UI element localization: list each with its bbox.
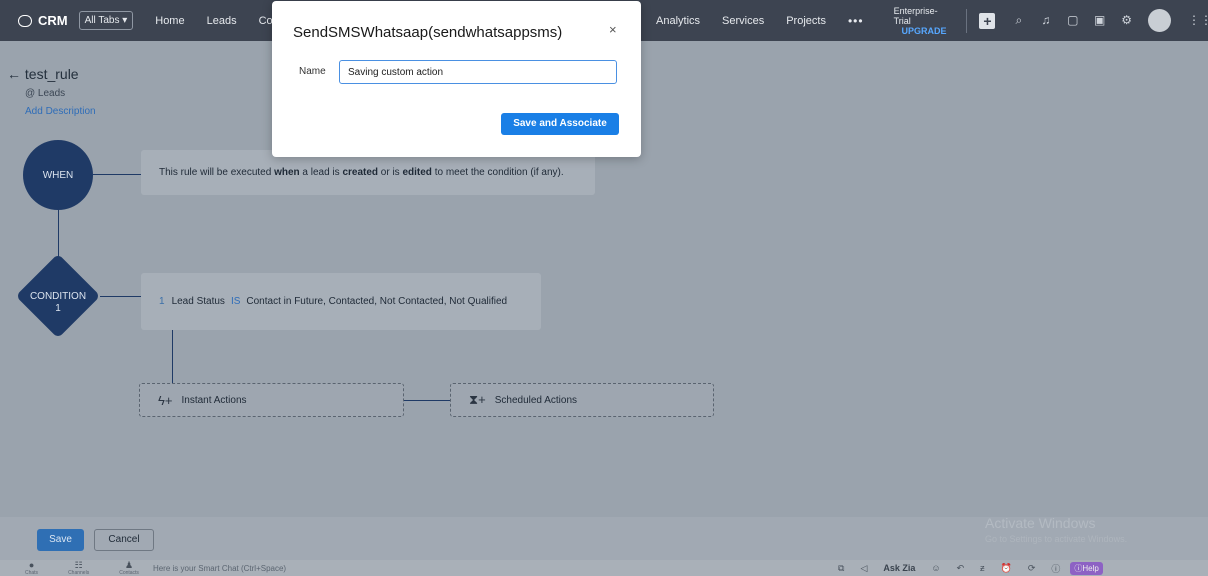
divider: [966, 8, 968, 33]
marketplace-icon[interactable]: ▣: [1093, 14, 1106, 27]
help-label: Help: [1082, 563, 1099, 573]
save-and-associate-button[interactable]: Save and Associate: [501, 113, 619, 135]
when-text-part: a lead is: [299, 167, 343, 178]
feedback-icon[interactable]: ☺: [931, 563, 940, 573]
connector-condition-card: [100, 296, 141, 297]
condition-values: Contact in Future, Contacted, Not Contac…: [246, 296, 508, 307]
nav-contacts[interactable]: Co: [259, 15, 273, 27]
back-arrow-icon[interactable]: ←: [7, 66, 21, 82]
cancel-button[interactable]: Cancel: [94, 529, 154, 551]
condition-number: 1: [55, 303, 61, 314]
trial-upgrade[interactable]: Enterprise-Trial UPGRADE: [894, 6, 955, 36]
when-text-part: to meet the condition (if any).: [431, 167, 564, 178]
search-icon[interactable]: ⌕: [1012, 14, 1025, 27]
when-text-part: or is: [378, 167, 403, 178]
refresh-icon[interactable]: ⟳: [1028, 563, 1036, 574]
when-label: WHEN: [42, 169, 74, 181]
trial-label: Enterprise-Trial: [893, 5, 938, 26]
nav-analytics[interactable]: Analytics: [656, 15, 700, 27]
name-field[interactable]: [339, 60, 617, 84]
contacts-shortcut[interactable]: ♟ Contacts: [119, 560, 139, 576]
instant-actions-box[interactable]: ϟ+ Instant Actions: [139, 383, 404, 417]
connector-when-card: [93, 174, 141, 175]
contacts-icon: ♟: [125, 560, 134, 570]
help-button[interactable]: ⓘHelp: [1070, 561, 1103, 575]
connector-actions: [404, 400, 450, 401]
windows-watermark-subtitle: Go to Settings to activate Windows.: [985, 534, 1128, 544]
status-bar-tools: ⧉ ◁ Ask Zia ☺ ↶ ƶ ⏰ ⟳ ⓘ ⓘHelp: [838, 560, 1108, 576]
modal-title: SendSMSWhatsaap(sendwhatsappsms): [293, 24, 563, 41]
when-node: WHEN: [23, 140, 93, 210]
more-tabs-icon[interactable]: •••: [848, 14, 864, 28]
alarm-clock-icon[interactable]: ⏰: [1001, 563, 1012, 574]
windows-watermark-title: Activate Windows: [985, 515, 1096, 531]
condition-node-label: CONDITION 1: [20, 291, 96, 315]
condition-operator: IS: [230, 296, 241, 307]
nav-home[interactable]: Home: [155, 15, 184, 27]
channels-icon: ☷: [74, 560, 83, 570]
channels-label: Channels: [68, 570, 90, 576]
chats-label: Chats: [25, 570, 39, 576]
instant-actions-label: Instant Actions: [181, 394, 247, 406]
when-text: This rule will be executed when a lead i…: [159, 167, 564, 178]
condition-label: CONDITION: [29, 291, 87, 302]
crm-logo-icon: [18, 14, 32, 27]
when-text-bold: created: [342, 167, 379, 178]
hourglass-plus-icon: ⧗+: [469, 392, 486, 407]
screen-share-icon[interactable]: ⧉: [838, 563, 844, 574]
close-icon[interactable]: ×: [609, 22, 617, 37]
lightning-plus-icon: ϟ+: [158, 392, 173, 408]
scheduled-actions-box[interactable]: ⧗+ Scheduled Actions: [450, 383, 714, 417]
name-label: Name: [299, 66, 326, 77]
notification-bell-icon[interactable]: ♫: [1039, 14, 1052, 27]
channels-shortcut[interactable]: ☷ Channels: [68, 560, 89, 576]
calendar-icon[interactable]: ▢: [1066, 14, 1079, 27]
create-plus-icon[interactable]: +: [979, 12, 996, 29]
add-description-link[interactable]: Add Description: [25, 106, 96, 117]
when-text-bold: edited: [402, 167, 432, 178]
nav-projects[interactable]: Projects: [786, 15, 826, 27]
ask-zia-button[interactable]: Ask Zia: [883, 563, 915, 573]
condition-row-number: 1: [159, 296, 165, 307]
crm-brand[interactable]: CRM: [18, 13, 68, 28]
all-tabs-dropdown[interactable]: All Tabs ▾: [78, 11, 134, 30]
undo-icon[interactable]: ↶: [957, 563, 965, 574]
when-text-part: This rule will be executed: [159, 167, 275, 178]
connector-condition-actions: [172, 330, 173, 383]
upgrade-link[interactable]: UPGRADE: [902, 26, 947, 36]
when-text-bold: when: [274, 167, 300, 178]
condition-card[interactable]: 1 Lead Status IS Contact in Future, Cont…: [141, 273, 541, 330]
rule-module: @ Leads: [25, 88, 66, 99]
chats-icon: ●: [28, 560, 35, 570]
custom-action-modal: SendSMSWhatsaap(sendwhatsappsms) × Name …: [272, 1, 641, 157]
nav-leads[interactable]: Leads: [207, 15, 237, 27]
zia-icon[interactable]: ƶ: [980, 563, 985, 573]
scheduled-actions-label: Scheduled Actions: [494, 394, 577, 406]
announcement-icon[interactable]: ◁: [860, 563, 867, 574]
status-bar: ● Chats ☷ Channels ♟ Contacts Here is yo…: [0, 560, 1208, 576]
chats-shortcut[interactable]: ● Chats: [25, 560, 38, 576]
smart-chat-input[interactable]: Here is your Smart Chat (Ctrl+Space): [153, 564, 286, 573]
rule-name: test_rule: [24, 66, 79, 82]
settings-gear-icon[interactable]: ⚙: [1120, 14, 1133, 27]
rule-title: ← test_rule: [7, 66, 79, 82]
save-button[interactable]: Save: [37, 529, 84, 551]
contacts-label: Contacts: [119, 570, 139, 576]
condition-field: Lead Status: [171, 296, 225, 307]
brand-label: CRM: [38, 13, 68, 28]
apps-grid-icon[interactable]: ⋮⋮: [1188, 14, 1208, 27]
nav-services[interactable]: Services: [722, 15, 764, 27]
info-icon[interactable]: ⓘ: [1051, 562, 1060, 575]
user-avatar[interactable]: [1148, 9, 1171, 32]
